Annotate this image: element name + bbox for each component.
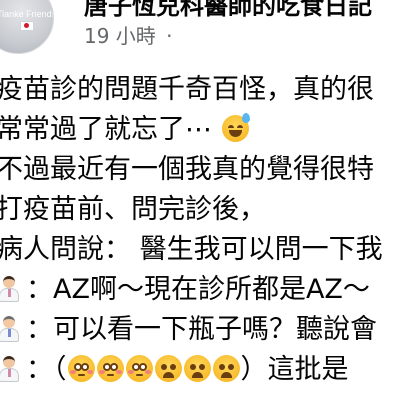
grinning-sweat-emoji-icon (221, 113, 250, 142)
post-text: ）這批是 (240, 354, 349, 385)
health-worker-icon (0, 314, 22, 344)
post-text: ：可以看一下瓶子嗎？聽說會 (26, 314, 377, 345)
post-header: Tianke Friends 唐子恆兒科醫師的吃食日記 19 小時 · (0, 0, 400, 60)
post-line-4: 打疫苗前、問完診後， (0, 190, 266, 230)
post-text: ：AZ啊～現在診所都是AZ～ (26, 274, 370, 305)
flag-icon (20, 21, 34, 31)
visibility-dot: · (166, 24, 173, 48)
health-worker-icon (0, 354, 22, 384)
avatar-text: Tianke Friends (0, 9, 54, 19)
post-text: 打疫苗前、問完診後， (0, 194, 266, 225)
post-line-8: ：（ ）這批是 (0, 350, 349, 390)
flushed-face-icon (125, 355, 153, 382)
post-line-1: 疫苗診的問題千奇百怪，真的很 (0, 70, 374, 110)
post-line-6: ：AZ啊～現在診所都是AZ～ (0, 270, 370, 310)
post-text: ：（ (26, 354, 67, 385)
post-text: 常常過了就忘了⋯ (0, 114, 212, 145)
post-line-3: 不過最近有一個我真的覺得很特 (0, 150, 374, 190)
frowning-face-icon (212, 355, 240, 382)
health-worker-icon (0, 274, 22, 304)
post-line-2: 常常過了就忘了⋯ (0, 110, 250, 150)
post-text: 病人問說： 醫生我可以問一下我 (0, 234, 383, 265)
flushed-face-icon (96, 355, 124, 382)
author-name[interactable]: 唐子恆兒科醫師的吃食日記 (84, 0, 372, 21)
post-line-5: 病人問說： 醫生我可以問一下我 (0, 230, 383, 270)
avatar[interactable]: Tianke Friends (0, 0, 54, 54)
post-text: 不過最近有一個我真的覺得很特 (0, 154, 374, 185)
frowning-face-icon (183, 355, 211, 382)
flushed-face-icon (67, 355, 95, 382)
post-timestamp[interactable]: 19 小時 (84, 24, 156, 48)
post-text: 疫苗診的問題千奇百怪，真的很 (0, 74, 374, 105)
post-line-7: ：可以看一下瓶子嗎？聽說會 (0, 310, 377, 350)
frowning-face-icon (154, 355, 182, 382)
post-meta: 19 小時 · (84, 20, 173, 49)
